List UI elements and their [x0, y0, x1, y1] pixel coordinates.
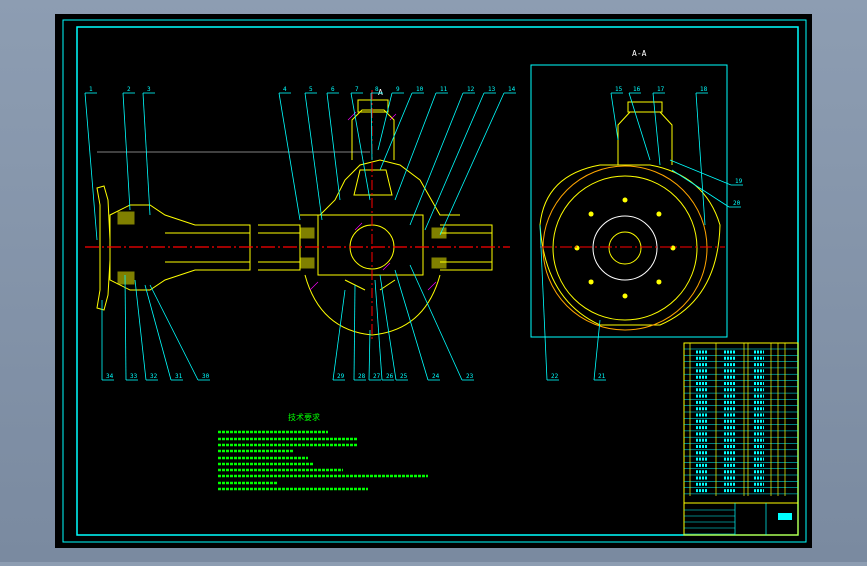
drawing-sheet — [55, 14, 812, 548]
balloon-number: 5 — [309, 86, 313, 93]
balloon-number: 14 — [508, 86, 516, 93]
bolt-hole — [622, 197, 628, 203]
bolt-hole — [670, 245, 676, 251]
balloon-number: 34 — [106, 373, 114, 380]
balloon-number: 29 — [337, 373, 345, 380]
bearing-right — [431, 227, 447, 239]
balloon-number: 31 — [175, 373, 183, 380]
balloon-number: 16 — [633, 86, 641, 93]
balloon-number: 25 — [400, 373, 408, 380]
balloon-number: 10 — [416, 86, 424, 93]
bolt-hole — [588, 279, 594, 285]
balloon-number: 27 — [373, 373, 381, 380]
balloon-number: 20 — [733, 200, 741, 207]
cad-drawing[interactable]: A A-A 1 2 3 4 5 6 7 8 9 10 11 12 13 1434 33 32 31 30 29 28 2… — [0, 0, 867, 562]
balloon-number: 17 — [657, 86, 665, 93]
hub-bearing-b — [117, 271, 135, 285]
bolt-hole — [574, 245, 580, 251]
balloon-number: 1 — [89, 86, 93, 93]
balloon-number: 18 — [700, 86, 708, 93]
balloon-number: 2 — [127, 86, 131, 93]
balloon-number: 7 — [355, 86, 359, 93]
balloon-number: 8 — [375, 86, 379, 93]
bearing-left — [299, 227, 315, 239]
drawing-title-cell — [778, 513, 792, 520]
bolt-hole — [656, 279, 662, 285]
tech-requirements-title: 技术要求 — [288, 412, 320, 422]
balloon-number: 32 — [150, 373, 158, 380]
balloon-number: 23 — [466, 373, 474, 380]
bolt-hole — [656, 211, 662, 217]
balloon-number: 21 — [598, 373, 606, 380]
bolt-hole — [622, 293, 628, 299]
balloon-number: 3 — [147, 86, 151, 93]
balloon-number: 24 — [432, 373, 440, 380]
balloon-number: 6 — [331, 86, 335, 93]
section-marker: A — [378, 88, 383, 97]
balloon-number: 30 — [202, 373, 210, 380]
cad-viewport[interactable]: A A-A 1 2 3 4 5 6 7 8 9 10 11 12 13 14 34 33 32 31 30 29 28 2… — [0, 0, 867, 562]
balloon-number: 15 — [615, 86, 623, 93]
balloon-number: 11 — [440, 86, 448, 93]
balloon-number: 22 — [551, 373, 559, 380]
balloon-number: 33 — [130, 373, 138, 380]
bearing-left-b — [299, 257, 315, 269]
balloon-number: 28 — [358, 373, 366, 380]
balloon-number: 26 — [386, 373, 394, 380]
balloon-number: 13 — [488, 86, 496, 93]
balloon-number: 4 — [283, 86, 287, 93]
balloon-number: 19 — [735, 178, 743, 185]
hub-bearing — [117, 211, 135, 225]
bolt-hole — [588, 211, 594, 217]
section-label: A-A — [632, 49, 647, 58]
balloon-number: 12 — [467, 86, 475, 93]
balloon-number: 9 — [396, 86, 400, 93]
bearing-right-b — [431, 257, 447, 269]
